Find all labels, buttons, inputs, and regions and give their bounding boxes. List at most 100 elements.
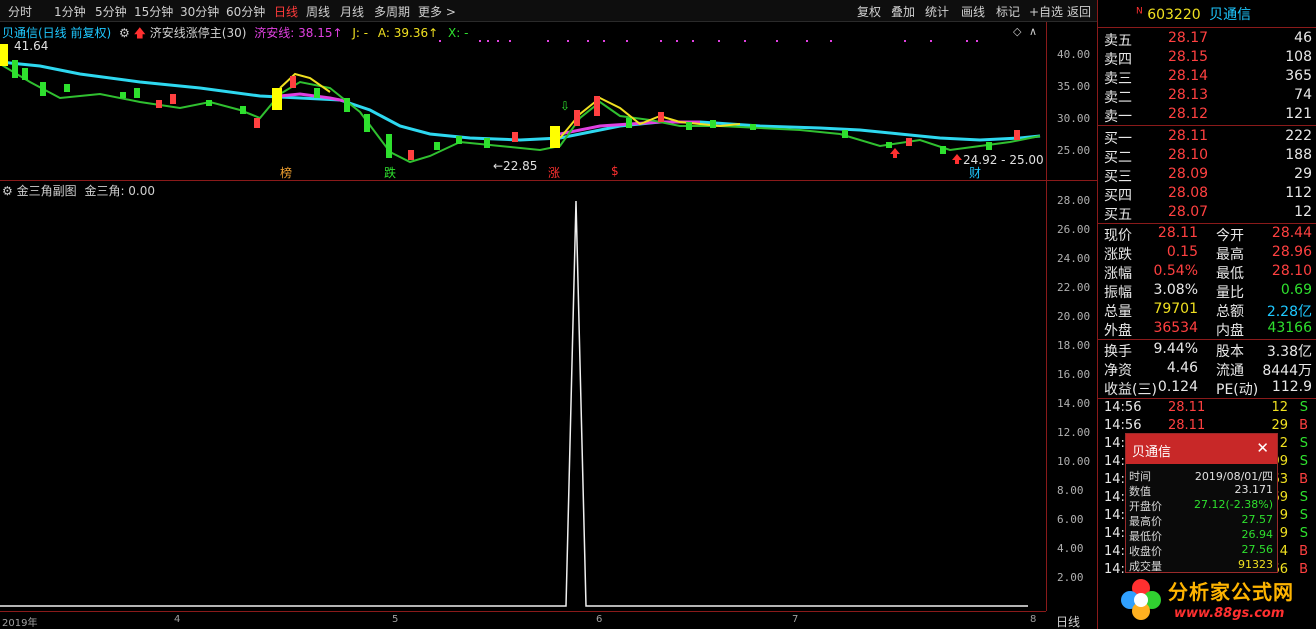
statistics-button[interactable]: 统计: [925, 3, 949, 20]
stat-row: 现价 28.11 今开 28.44: [1104, 225, 1312, 244]
ask-price: 28.13: [1168, 87, 1209, 103]
golden-triangle-line: [0, 200, 1028, 607]
bid-row[interactable]: 买二 28.10 188: [1104, 147, 1312, 166]
adjust-button[interactable]: 复权: [857, 3, 881, 20]
stat-value: 36534: [1153, 320, 1198, 336]
stat-label: 今开: [1216, 228, 1244, 244]
stat-row: 净资 4.46 流通 8444万: [1104, 360, 1312, 379]
bid-price: 28.10: [1168, 147, 1209, 163]
tick-time: 14:: [1104, 544, 1125, 559]
stat-row: 换手 9.44% 股本 3.38亿: [1104, 341, 1312, 360]
main-kline-chart[interactable]: 贝通信(日线 前复权) ⚙ 🡅 济安线涨停主(30) 济安线: 38.15↑ J…: [0, 22, 1046, 180]
period-corner-label[interactable]: 日线: [1056, 613, 1080, 629]
period-tab-daily[interactable]: 日线: [274, 3, 298, 20]
draw-line-button[interactable]: 画线: [961, 3, 985, 20]
ask-label: 卖三: [1104, 71, 1132, 87]
bid-row[interactable]: 买三 28.09 29: [1104, 166, 1312, 185]
tick-volume: 9: [1279, 526, 1288, 541]
ask-row[interactable]: 卖一 28.12 121: [1104, 106, 1312, 125]
bid-row[interactable]: 买一 28.11 222: [1104, 128, 1312, 147]
ask-row[interactable]: 卖四 28.15 108: [1104, 49, 1312, 68]
period-tab-5min[interactable]: 5分钟: [95, 3, 127, 20]
period-tab-timeshare[interactable]: 分时: [8, 3, 32, 20]
tick-price: 28.11: [1168, 418, 1206, 433]
tick-time: 14:: [1104, 472, 1125, 487]
date-tick: 7: [792, 614, 799, 625]
stat-value: 3.08%: [1153, 282, 1198, 298]
tick-price: 28.11: [1168, 400, 1206, 415]
mark-button[interactable]: 标记: [996, 3, 1020, 20]
bid-label: 买五: [1104, 207, 1132, 223]
stat-value: 0.15: [1166, 244, 1198, 260]
period-tab-monthly[interactable]: 月线: [340, 3, 364, 20]
chevron-right-icon: >: [445, 5, 456, 19]
ask-price: 28.17: [1168, 30, 1209, 46]
period-tab-60min[interactable]: 60分钟: [226, 3, 265, 20]
period-tab-30min[interactable]: 30分钟: [180, 3, 219, 20]
value-tick: 16.00: [1057, 368, 1091, 381]
bid-row[interactable]: 买四 28.08 112: [1104, 185, 1312, 204]
popup-title: 贝通信: [1132, 445, 1172, 460]
up-arrow-marker: [890, 148, 900, 158]
tick-side: B: [1299, 472, 1308, 487]
back-button[interactable]: 返回: [1067, 3, 1091, 20]
site-watermark: 分析家公式网 www.88gs.com: [1118, 572, 1316, 629]
value-tick: 28.00: [1057, 194, 1091, 207]
period-tab-weekly[interactable]: 周线: [306, 3, 330, 20]
stat-value: 112.9: [1271, 379, 1312, 395]
tick-side: B: [1299, 418, 1308, 433]
date-tick: 8: [1030, 614, 1037, 625]
stat-label: 总量: [1104, 304, 1132, 320]
bid-price: 28.08: [1168, 185, 1209, 201]
main-price-axis: 40.00 35.00 30.00 25.00: [1046, 22, 1097, 180]
green-line: [0, 63, 1041, 164]
value-tick: 26.00: [1057, 223, 1091, 236]
ask-row[interactable]: 卖二 28.13 74: [1104, 87, 1312, 106]
stat-row: 外盘 36534 内盘 43166: [1104, 320, 1312, 339]
stat-label: 换手: [1104, 344, 1132, 360]
tick-time: 14:: [1104, 490, 1125, 505]
add-watchlist-button[interactable]: +自选: [1029, 3, 1063, 20]
sub-indicator-chart[interactable]: ⚙ 金三角副图 金三角: 0.00: [0, 180, 1046, 611]
tick-time: 14:: [1104, 454, 1125, 469]
chevron-up-icon: ∧: [1029, 25, 1037, 38]
popup-value: 27.57: [1241, 513, 1274, 526]
bid-volume: 12: [1294, 204, 1312, 220]
popup-header[interactable]: 贝通信 ✕: [1126, 434, 1277, 464]
diamond-icon: ◇: [1013, 25, 1022, 38]
value-tick: 6.00: [1057, 513, 1084, 526]
more-menu[interactable]: 更多 >: [418, 3, 456, 20]
watermark-brand: 分析家公式网: [1168, 580, 1294, 604]
ask-volume: 74: [1294, 87, 1312, 103]
stat-label: 涨跌: [1104, 247, 1132, 263]
stat-label: 收益(三): [1104, 382, 1157, 398]
stat-label: PE(动): [1216, 382, 1259, 398]
tick-volume: 4: [1279, 544, 1288, 559]
stat-row: 振幅 3.08% 量比 0.69: [1104, 282, 1312, 301]
date-tick: 4: [174, 614, 181, 625]
period-tab-15min[interactable]: 15分钟: [134, 3, 173, 20]
ask-row[interactable]: 卖三 28.14 365: [1104, 68, 1312, 87]
stat-label: 流通: [1216, 363, 1244, 379]
ask-volume: 365: [1285, 68, 1312, 84]
period-tab-multi[interactable]: 多周期: [374, 3, 410, 20]
bid-row[interactable]: 买五 28.07 12: [1104, 204, 1312, 223]
overlay-button[interactable]: 叠加: [891, 3, 915, 20]
kline-svg: ⇩ ◇ ∧: [0, 25, 1041, 164]
period-tab-1min[interactable]: 1分钟: [54, 3, 86, 20]
stat-label: 最高: [1216, 247, 1244, 263]
new-badge: N: [1136, 6, 1143, 17]
stat-value: 3.38亿: [1266, 344, 1312, 360]
golden-triangle-svg: [0, 200, 1028, 607]
tick-time: 14:56: [1104, 400, 1142, 415]
ask-volume: 108: [1285, 49, 1312, 65]
stat-label: 最低: [1216, 266, 1244, 282]
ask-row[interactable]: 卖五 28.17 46: [1104, 30, 1312, 49]
tick-side: S: [1299, 490, 1308, 505]
bid-label: 买四: [1104, 188, 1132, 204]
stat-row: 收益(三) 0.124 PE(动) 112.9: [1104, 379, 1312, 398]
close-icon[interactable]: ✕: [1256, 439, 1269, 457]
stat-label: 股本: [1216, 344, 1244, 360]
price-tick: 40.00: [1057, 48, 1091, 61]
stat-value: 9.44%: [1153, 341, 1198, 357]
